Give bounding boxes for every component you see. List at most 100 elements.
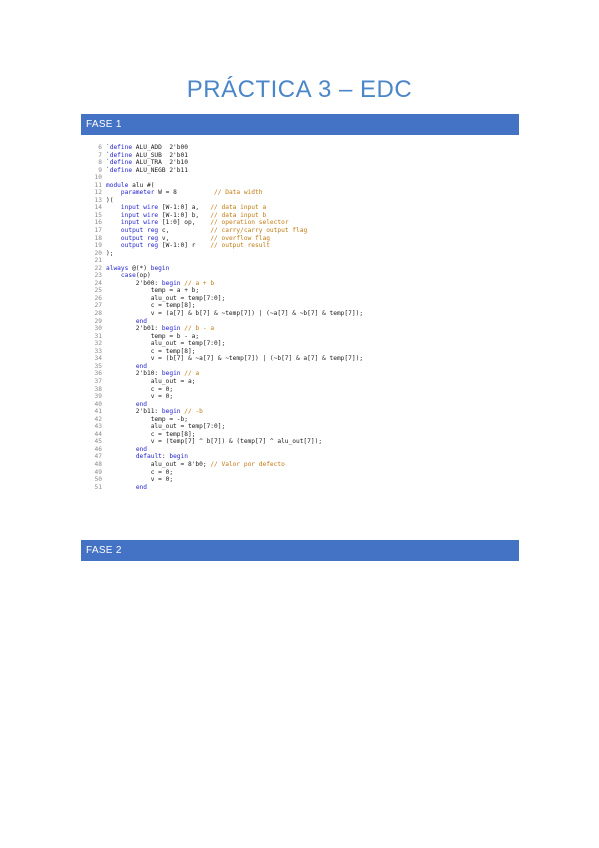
- code-line: 17 output reg c, // carry/carry output f…: [88, 227, 464, 235]
- line-number: 17: [94, 227, 102, 235]
- code-text: [W-1:0] a,: [158, 204, 211, 212]
- code-line: 30 2'b01: begin // b - a: [88, 325, 464, 333]
- code-keyword: module: [106, 181, 129, 189]
- code-line: 25 temp = a + b;: [88, 287, 464, 295]
- code-keyword: input wire: [120, 219, 159, 227]
- line-number: 6: [98, 144, 102, 151]
- line-number: 28: [94, 310, 102, 318]
- code-line: 13)(: [88, 197, 464, 205]
- code-text: alu_out = 8'b0;: [106, 460, 211, 468]
- code-text: 2'b00:: [106, 279, 162, 287]
- section-header-fase-1: FASE 1: [81, 114, 519, 135]
- code-comment: // overflow flag: [210, 234, 270, 242]
- code-text: c = 0;: [106, 468, 174, 476]
- code-line: 9 `define ALU_NEGB 2'b11: [88, 167, 464, 175]
- code-text: ALU_TRA 2'b10: [132, 159, 188, 167]
- code-line: 11 module alu #(: [88, 182, 464, 190]
- page-title: PRÁCTICA 3 – EDC: [186, 76, 413, 103]
- code-keyword: output reg: [120, 227, 159, 235]
- code-line: 43 alu_out = temp[7:0];: [88, 423, 464, 431]
- code-line: 14 input wire [W-1:0] a, // data input a: [88, 204, 464, 212]
- code-line: 45 v = (temp[7] ^ b[7]) & (temp[7] ^ alu…: [88, 438, 464, 446]
- line-number: 33: [94, 347, 102, 355]
- line-number: 26: [94, 294, 102, 302]
- code-text: alu_out = temp[7:0];: [106, 423, 226, 431]
- code-line: 48 alu_out = 8'b0; // Valor por defecto: [88, 461, 464, 469]
- code-line: 28 v = (a[7] & b[7] & ~temp[7]) | (~a[7]…: [88, 310, 464, 318]
- line-number: 12: [94, 189, 102, 197]
- code-text: alu_out = temp[7:0];: [106, 340, 226, 348]
- code-keyword: `define: [106, 159, 133, 167]
- line-number: 22: [94, 264, 102, 272]
- code-text: (op): [135, 272, 151, 280]
- line-number: 44: [94, 430, 102, 438]
- code-line: 44 c = temp[8];: [88, 431, 464, 439]
- code-comment: // Valor por defecto: [210, 460, 285, 468]
- code-keyword: end: [135, 400, 147, 408]
- code-text: );: [106, 249, 114, 257]
- code-text: alu_out = a;: [106, 377, 196, 385]
- code-line: 7 `define ALU_SUB 2'b01: [88, 152, 464, 160]
- line-number: 29: [94, 317, 102, 325]
- code-keyword: begin: [161, 408, 181, 416]
- code-line: 19 output reg [W-1:0] r // output result: [88, 242, 464, 250]
- code-text: v,: [158, 234, 211, 242]
- code-line: 46 end: [88, 446, 464, 454]
- code-text: W = 8: [154, 189, 215, 197]
- line-number: 15: [94, 211, 102, 219]
- code-text: )(: [106, 196, 114, 204]
- code-comment: // b - a: [184, 325, 215, 333]
- line-number: 45: [94, 438, 102, 446]
- code-text: alu_out = temp[7:0];: [106, 294, 226, 302]
- line-number: 32: [94, 340, 102, 348]
- code-text: c = temp[8];: [106, 347, 196, 355]
- line-number: 9: [98, 166, 102, 174]
- line-number: 11: [94, 181, 102, 189]
- code-comment: // -b: [184, 408, 203, 416]
- code-text: 2'b11:: [106, 408, 162, 416]
- line-number: 25: [94, 287, 102, 295]
- code-keyword: end: [135, 445, 147, 453]
- code-line: 29 end: [88, 318, 464, 326]
- code-text: 2'b01:: [106, 325, 162, 333]
- code-keyword: begin: [161, 279, 181, 287]
- code-keyword: case: [120, 272, 136, 280]
- line-number: 21: [94, 257, 102, 265]
- code-line: 6 `define ALU_ADD 2'b00: [88, 144, 464, 152]
- code-line: 31 temp = b - a;: [88, 333, 464, 341]
- code-keyword: begin: [150, 264, 170, 272]
- code-text: temp = -b;: [106, 415, 188, 423]
- line-number: 19: [94, 242, 102, 250]
- code-line: 41 2'b11: begin // -b: [88, 408, 464, 416]
- code-line: 51 end: [88, 484, 464, 492]
- line-number: 46: [94, 445, 102, 453]
- code-text: v = (a[7] & b[7] & ~temp[7]) | (~a[7] & …: [106, 310, 364, 318]
- code-line: 39 v = 0;: [88, 393, 464, 401]
- line-number: 34: [94, 355, 102, 363]
- code-keyword: begin: [161, 325, 181, 333]
- code-line: 36 2'b10: begin // a: [88, 370, 464, 378]
- code-keyword: end: [135, 362, 147, 370]
- code-line: 21: [88, 257, 464, 265]
- code-line: 27 c = temp[8];: [88, 302, 464, 310]
- code-keyword: `define: [106, 144, 133, 151]
- code-text: temp = b - a;: [106, 332, 200, 340]
- line-number: 38: [94, 385, 102, 393]
- line-number: 31: [94, 332, 102, 340]
- code-line: 20);: [88, 250, 464, 258]
- code-keyword: begin: [161, 370, 181, 378]
- code-text: v = 0;: [106, 393, 174, 401]
- code-text: v = 0;: [106, 476, 174, 484]
- code-text: c = temp[8];: [106, 430, 196, 438]
- code-line: 10: [88, 174, 464, 182]
- code-line: 18 output reg v, // overflow flag: [88, 235, 464, 243]
- code-keyword: end: [135, 483, 147, 491]
- line-number: 37: [94, 377, 102, 385]
